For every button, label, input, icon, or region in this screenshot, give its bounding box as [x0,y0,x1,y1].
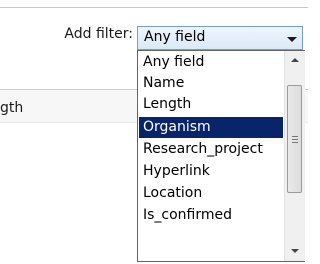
scroll-up-button[interactable] [285,51,305,69]
grip-line-icon [292,139,298,140]
grip-line-icon [292,142,298,143]
dropdown-option-research-project[interactable]: Research_project [139,139,283,160]
column-header-length[interactable]: gth [0,100,23,117]
arrow-up-icon [291,58,299,62]
filter-field-select[interactable]: Any field [137,26,303,50]
add-filter-label: Add filter: [64,26,133,42]
filter-panel: Add filter: gth Any field Any field Name… [0,0,308,264]
dropdown-option-is-confirmed[interactable]: Is_confirmed [139,205,283,226]
dropdown-option-location[interactable]: Location [139,183,283,204]
filter-field-dropdown-list[interactable]: Any field Name Length Organism Research_… [137,50,305,262]
top-divider [0,7,308,8]
dropdown-scrollbar[interactable] [284,51,305,261]
chevron-down-icon[interactable] [287,37,297,42]
dropdown-option-organism[interactable]: Organism [139,117,283,138]
dropdown-option-any-field[interactable]: Any field [139,52,283,73]
scroll-down-button[interactable] [285,243,305,261]
filter-field-selected-value: Any field [144,29,206,45]
grip-line-icon [292,136,298,137]
dropdown-option-length[interactable]: Length [139,94,283,115]
dropdown-option-name[interactable]: Name [139,73,283,94]
dropdown-option-hyperlink[interactable]: Hyperlink [139,161,283,182]
arrow-down-icon [291,249,299,253]
scrollbar-thumb[interactable] [287,85,302,193]
